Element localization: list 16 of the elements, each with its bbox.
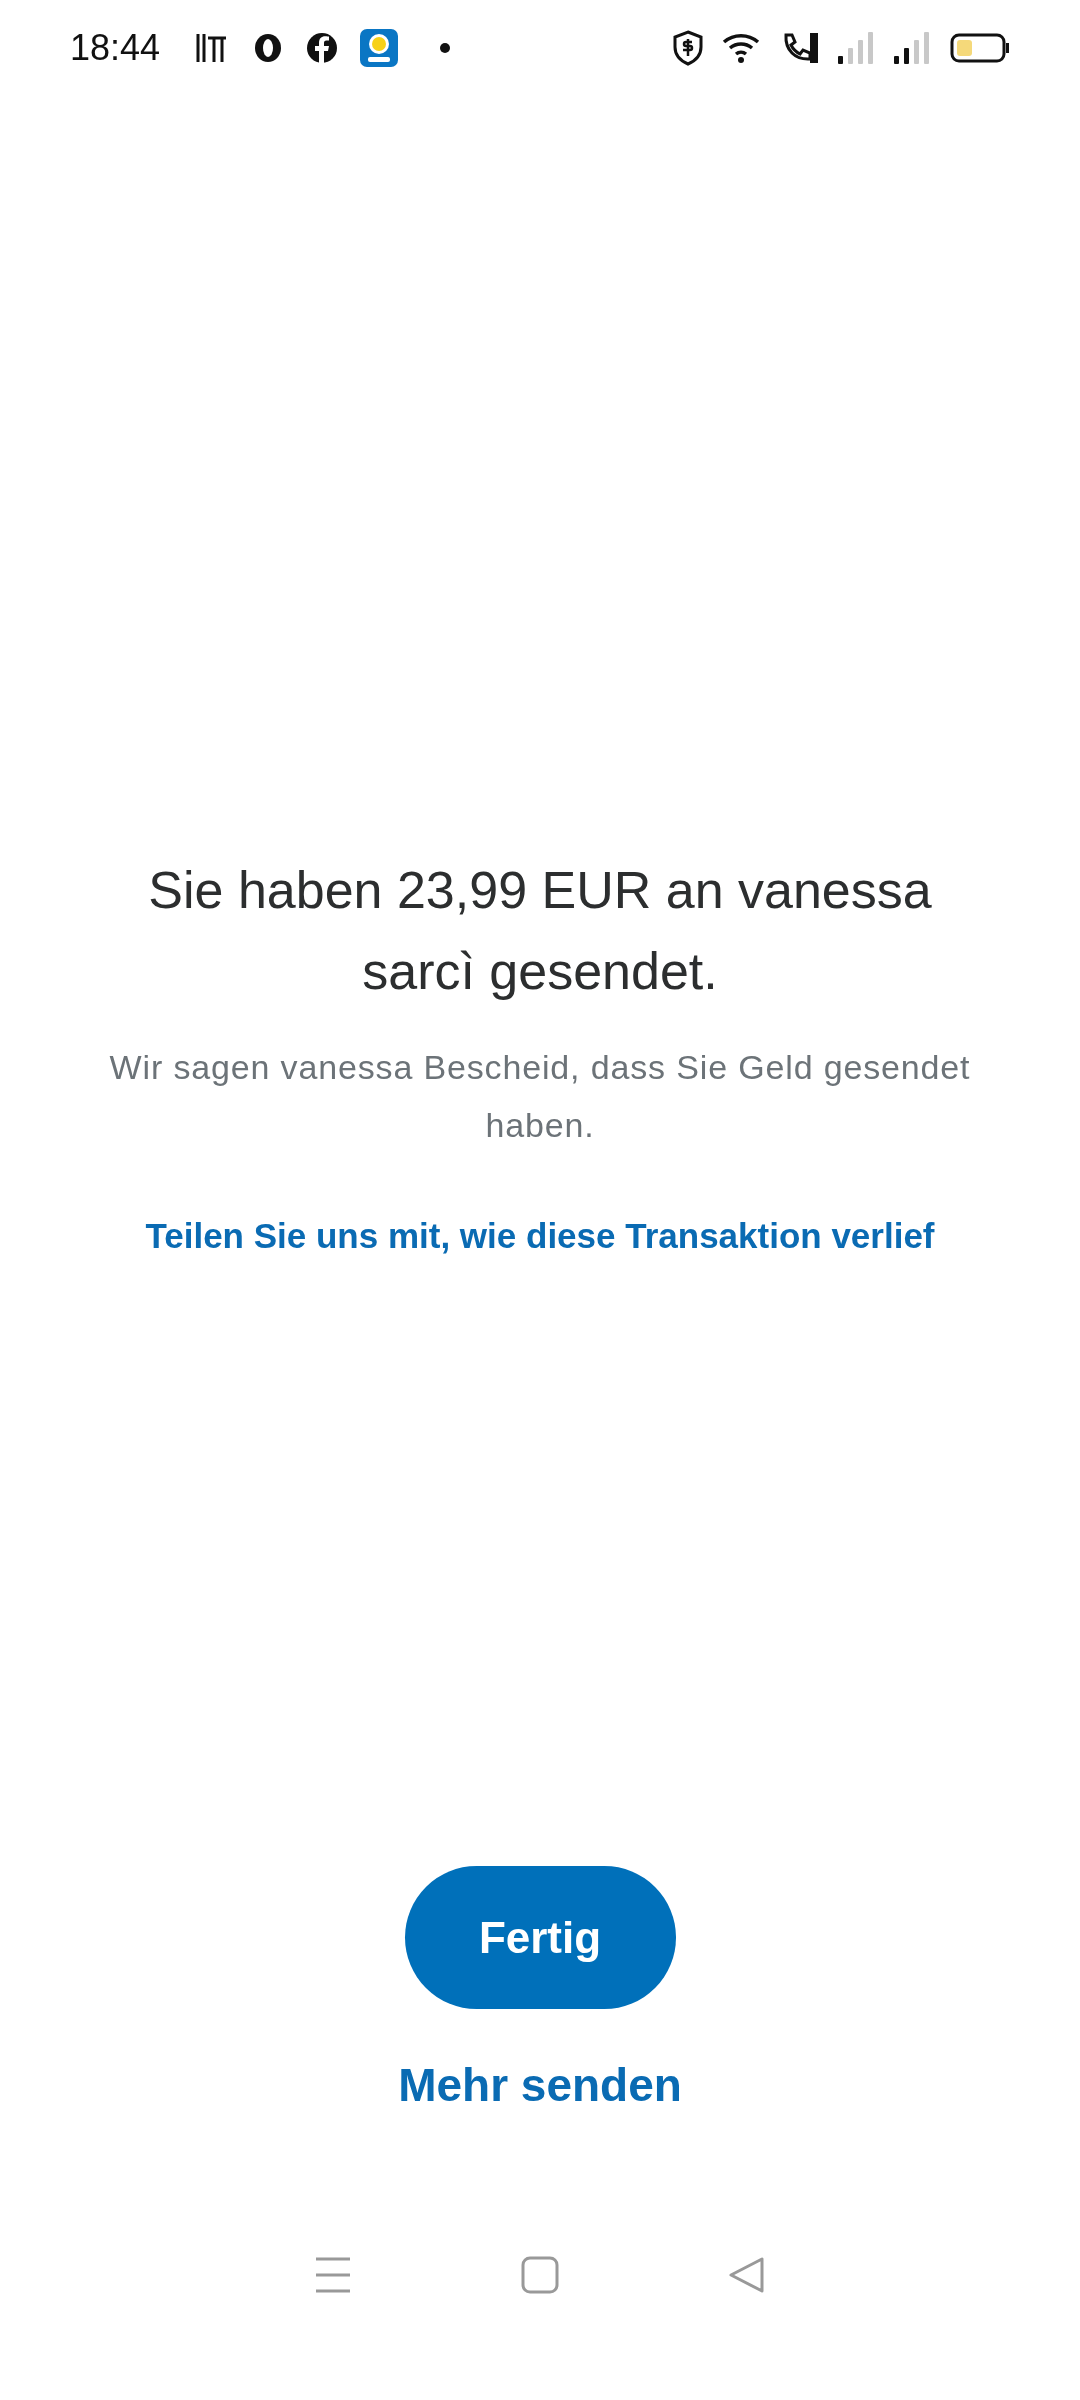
feedback-link[interactable]: Teilen Sie uns mit, wie diese Transaktion verlief	[145, 1210, 935, 1263]
done-button[interactable]: Fertig	[404, 1866, 676, 2009]
menu-icon[interactable]	[314, 2256, 353, 2294]
wifi-icon	[722, 31, 762, 64]
shield-icon	[672, 29, 704, 66]
confirmation-message: Wir sagen vanessa Bescheid, dass Sie Geld gesendet haben.	[108, 1047, 972, 1146]
status-time: 18:44	[70, 25, 161, 70]
send-more-button[interactable]: Mehr senden	[398, 2051, 682, 2120]
confirmation-title: Sie haben 23,99 EUR an vanessa sarcì gesendet.	[147, 860, 933, 1002]
battery-icon	[950, 32, 1010, 63]
social-app-icon	[306, 31, 339, 64]
signal-icon	[894, 31, 932, 64]
home-icon[interactable]	[521, 2256, 559, 2294]
signal-icon	[838, 31, 876, 64]
back-icon[interactable]	[727, 2256, 766, 2294]
shopping-app-icon	[360, 28, 399, 67]
